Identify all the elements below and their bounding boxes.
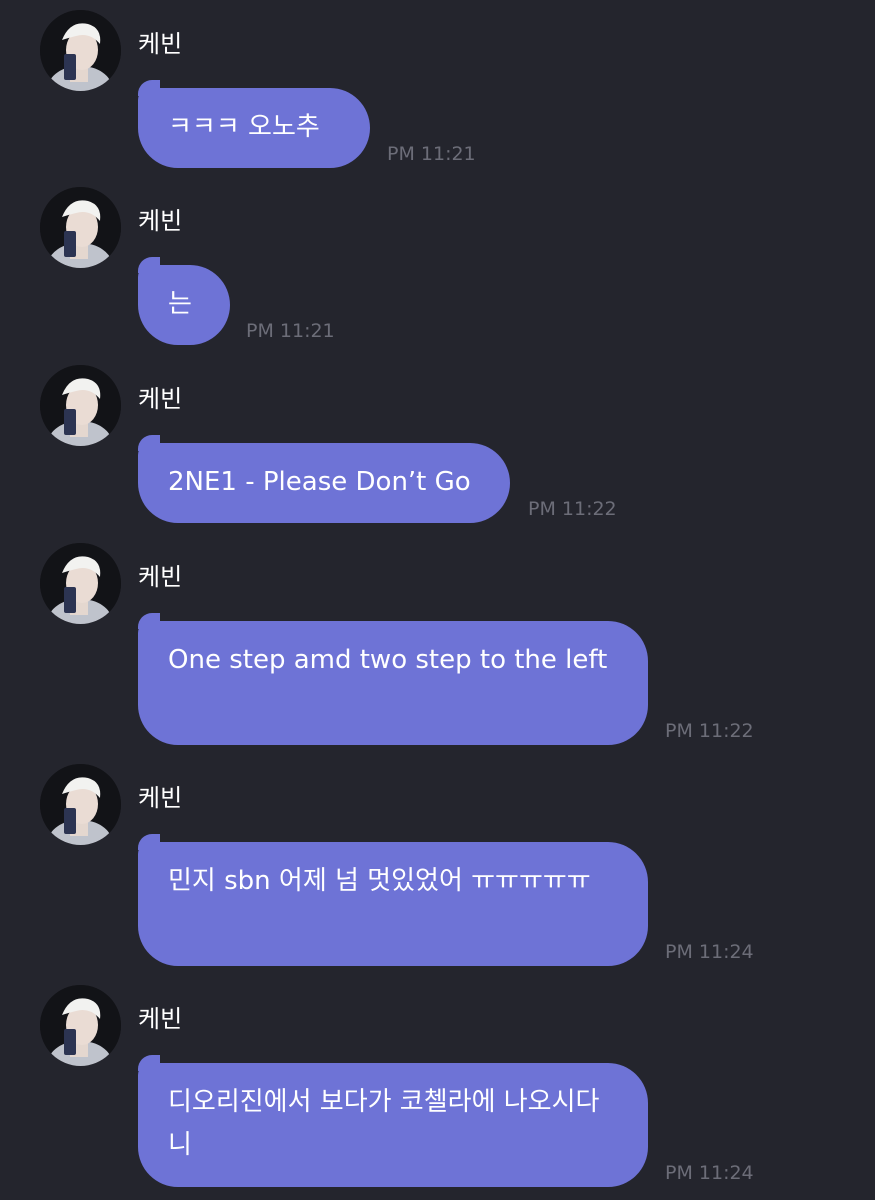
message-timestamp: PM 11:24 — [665, 941, 754, 963]
message-timestamp: PM 11:22 — [528, 498, 617, 520]
message-timestamp: PM 11:21 — [246, 320, 335, 342]
message-text: 는 — [168, 289, 192, 319]
bubble-tail — [138, 435, 160, 451]
bubble-tail — [138, 257, 160, 273]
sender-name: 케빈 — [138, 563, 183, 591]
avatar[interactable] — [40, 365, 121, 446]
avatar[interactable] — [40, 764, 121, 845]
message-bubble[interactable]: 민지 sbn 어제 넘 멋있었어 ㅠㅠㅠㅠㅠ — [138, 834, 648, 966]
avatar[interactable] — [40, 187, 121, 268]
avatar[interactable] — [40, 10, 121, 91]
bubble-tail — [138, 834, 160, 850]
message-bubble[interactable]: One step amd two step to the left — [138, 613, 648, 745]
message-bubble[interactable]: ㅋㅋㅋ 오노추 — [138, 80, 370, 168]
message-timestamp: PM 11:24 — [665, 1162, 754, 1184]
sender-name: 케빈 — [138, 1005, 183, 1033]
sender-name: 케빈 — [138, 30, 183, 58]
bubble-tail — [138, 1055, 160, 1071]
message-bubble[interactable]: 는 — [138, 257, 230, 345]
bubble-tail — [138, 80, 160, 96]
message-timestamp: PM 11:21 — [387, 143, 476, 165]
message-text: One step amd two step to the left — [168, 645, 608, 675]
message-text: 2NE1 - Please Don’t Go — [168, 467, 471, 497]
message-bubble[interactable]: 2NE1 - Please Don’t Go — [138, 435, 510, 523]
chat-thread: 케빈 ㅋㅋㅋ 오노추 PM 11:21 케빈 는 PM 11:21 케빈 2NE… — [0, 0, 875, 1200]
message-text: ㅋㅋㅋ 오노추 — [168, 112, 320, 142]
sender-name: 케빈 — [138, 207, 183, 235]
avatar[interactable] — [40, 543, 121, 624]
message-timestamp: PM 11:22 — [665, 720, 754, 742]
message-bubble[interactable]: 디오리진에서 보다가 코첼라에 나오시다니 — [138, 1055, 648, 1187]
sender-name: 케빈 — [138, 784, 183, 812]
message-text: 민지 sbn 어제 넘 멋있었어 ㅠㅠㅠㅠㅠ — [168, 866, 591, 896]
sender-name: 케빈 — [138, 385, 183, 413]
bubble-tail — [138, 613, 160, 629]
avatar[interactable] — [40, 985, 121, 1066]
message-text: 디오리진에서 보다가 코첼라에 나오시다니 — [168, 1087, 600, 1160]
